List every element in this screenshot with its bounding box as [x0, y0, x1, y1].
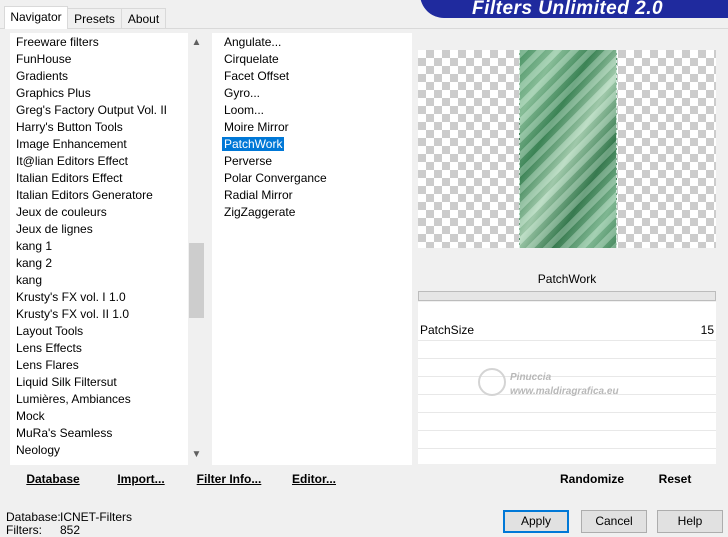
cancel-button[interactable]: Cancel [581, 510, 647, 533]
category-item[interactable]: Greg's Factory Output Vol. II [16, 102, 167, 119]
filter-item-label: Radial Mirror [224, 188, 293, 202]
category-item[interactable]: Jeux de lignes [16, 221, 93, 238]
filter-name-label: PatchWork [418, 268, 716, 290]
param-separator [418, 358, 716, 359]
category-item[interactable]: Krusty's FX vol. I 1.0 [16, 289, 126, 306]
filter-item-label: Moire Mirror [224, 120, 289, 134]
filter-item-label: Polar Convergance [224, 171, 327, 185]
filter-item-label: PatchWork [220, 136, 286, 152]
category-item[interactable]: Italian Editors Effect [16, 170, 123, 187]
param-row-patchsize[interactable]: PatchSize 15 [418, 322, 716, 339]
category-item[interactable]: Neology [16, 442, 60, 459]
left-action-bar: Database Import... Filter Info... Editor… [10, 466, 412, 492]
category-item[interactable]: kang 1 [16, 238, 52, 255]
category-item[interactable]: Liquid Silk Filtersut [16, 374, 117, 391]
filter-item-label: ZigZaggerate [224, 205, 296, 219]
filter-item-label: Angulate... [224, 35, 282, 49]
help-button[interactable]: Help [657, 510, 723, 533]
apply-button[interactable]: Apply [503, 510, 569, 533]
category-item[interactable]: Mock [16, 408, 45, 425]
scroll-down-icon[interactable]: ▼ [188, 446, 205, 463]
watermark-line1: Pinuccia [510, 372, 552, 383]
category-item[interactable]: kang [16, 272, 42, 289]
filter-item[interactable]: PatchWork [220, 136, 286, 153]
category-item[interactable]: Harry's Button Tools [16, 119, 123, 136]
preview-image [418, 50, 716, 248]
database-status-label: Database: [6, 510, 61, 524]
category-item[interactable]: FunHouse [16, 51, 71, 68]
filter-item[interactable]: Moire Mirror [224, 119, 289, 136]
filter-item-label: Perverse [224, 154, 273, 168]
database-button-label: Database [26, 472, 80, 486]
filter-item-label: Loom... [224, 103, 265, 117]
param-label: PatchSize [420, 323, 475, 337]
import-button-label: Import... [117, 472, 165, 486]
filter-item[interactable]: Loom... [224, 102, 264, 119]
category-item[interactable]: Graphics Plus [16, 85, 91, 102]
filter-item-label: Gyro... [224, 86, 261, 100]
filter-item[interactable]: Radial Mirror [224, 187, 293, 204]
category-item[interactable]: Lens Flares [16, 357, 79, 374]
database-button[interactable]: Database [16, 466, 90, 492]
tab-about[interactable]: About [121, 8, 166, 28]
category-item[interactable]: Krusty's FX vol. II 1.0 [16, 306, 129, 323]
watermark-line2: www.maldiragrafica.eu [510, 386, 619, 397]
database-status-value: ICNET-Filters [60, 510, 132, 524]
filter-info-button[interactable]: Filter Info... [188, 466, 270, 492]
app-title: Filters Unlimited 2.0 [472, 0, 664, 19]
reset-button[interactable]: Reset [650, 466, 700, 492]
randomize-button[interactable]: Randomize [550, 466, 634, 492]
category-item[interactable]: Gradients [16, 68, 68, 85]
scroll-thumb[interactable] [189, 243, 204, 318]
category-item[interactable]: Freeware filters [16, 34, 99, 51]
right-action-bar: Randomize Reset [418, 466, 716, 492]
filter-item[interactable]: Angulate... [224, 34, 281, 51]
param-separator [418, 412, 716, 413]
param-value: 15 [700, 323, 714, 337]
filter-item[interactable]: ZigZaggerate [224, 204, 295, 221]
filter-item[interactable]: Facet Offset [224, 68, 289, 85]
param-separator [418, 376, 716, 377]
category-item[interactable]: Image Enhancement [16, 136, 127, 153]
tab-navigator[interactable]: Navigator [4, 6, 68, 29]
filter-item[interactable]: Polar Convergance [224, 170, 327, 187]
filter-info-button-label: Filter Info... [196, 472, 262, 486]
category-item[interactable]: MuRa's Seamless [16, 425, 112, 442]
category-item[interactable]: kang 2 [16, 255, 52, 272]
param-separator [418, 430, 716, 431]
category-item[interactable]: Italian Editors Generatore [16, 187, 153, 204]
param-separator [418, 448, 716, 449]
tab-presets[interactable]: Presets [67, 8, 122, 28]
import-button[interactable]: Import... [110, 466, 172, 492]
progress-bar [418, 291, 716, 301]
category-item[interactable]: It@lian Editors Effect [16, 153, 128, 170]
editor-button[interactable]: Editor... [286, 466, 342, 492]
watermark-logo-icon [478, 368, 506, 396]
category-item[interactable]: Layout Tools [16, 323, 83, 340]
param-separator [418, 340, 716, 341]
filter-item[interactable]: Cirquelate [224, 51, 279, 68]
category-scrollbar[interactable]: ▲ ▼ [188, 33, 205, 465]
category-list[interactable]: Freeware filters FunHouse Gradients Graphic… [10, 33, 188, 465]
filter-list[interactable]: Angulate... Cirquelate Facet Offset Gyro...… [212, 33, 412, 465]
category-item[interactable]: Lumières, Ambiances [16, 391, 131, 408]
filter-item-label: Facet Offset [224, 69, 290, 83]
scroll-up-icon[interactable]: ▲ [188, 34, 205, 51]
category-item[interactable]: Lens Effects [16, 340, 82, 357]
editor-button-label: Editor... [291, 472, 336, 486]
tab-underline [0, 28, 728, 29]
filter-item[interactable]: Gyro... [224, 85, 260, 102]
filter-item-label: Cirquelate [224, 52, 279, 66]
preview-green-stripe [519, 50, 617, 248]
category-item[interactable]: Jeux de couleurs [16, 204, 107, 221]
filter-item[interactable]: Perverse [224, 153, 272, 170]
